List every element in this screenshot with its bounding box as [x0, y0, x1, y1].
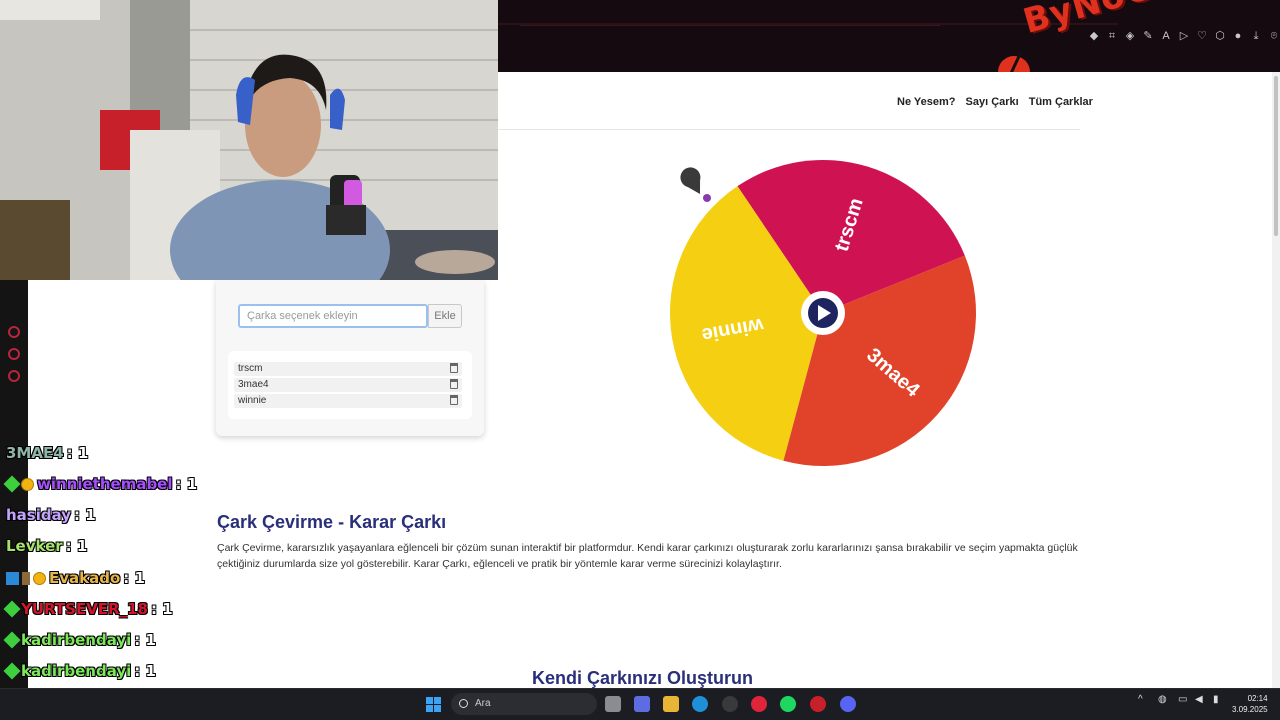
heart-icon[interactable]: ♡	[1196, 30, 1208, 42]
list-item: 3mae4	[234, 378, 462, 392]
chat-message: YURTSEVER_18: 1	[3, 600, 173, 618]
option-label: 3mae4	[238, 379, 269, 390]
chat-username: YURTSEVER_18	[21, 600, 148, 618]
chat-message: Levker: 1	[6, 537, 87, 555]
taskbar-search[interactable]: Ara	[451, 693, 597, 715]
trash-icon[interactable]	[450, 395, 458, 405]
wheel-pointer	[680, 167, 711, 202]
scrollbar-thumb[interactable]	[1274, 76, 1278, 236]
chat-username: Levker	[6, 537, 63, 555]
tab-strip-line	[520, 25, 940, 26]
settings-icon[interactable]	[8, 370, 20, 382]
chat-count: : 1	[134, 631, 156, 649]
intro-paragraph: Çark Çevirme, kararsızlık yaşayanlara eğ…	[217, 542, 1078, 570]
site-nav: Ne Yesem? Sayı Çarkı Tüm Çarklar	[897, 96, 1093, 108]
search-icon	[459, 699, 468, 708]
file-explorer-icon[interactable]	[663, 696, 679, 712]
nav-divider	[498, 129, 1080, 130]
gem-icon	[3, 475, 21, 493]
shield-icon[interactable]: ◈	[1124, 30, 1136, 42]
search-label: Ara	[475, 698, 491, 709]
clock-time: 02:14	[1247, 694, 1268, 703]
crop-icon[interactable]: ⌗	[1106, 30, 1118, 42]
download-icon[interactable]: ⤓	[1250, 30, 1262, 42]
chat-count: : 1	[66, 444, 89, 462]
edge-icon[interactable]	[692, 696, 708, 712]
chat-message: kadirbendayi: 1	[3, 631, 156, 649]
options-list: trscm 3mae4 winnie	[228, 351, 472, 419]
chat-message: 3MAE4: 1	[6, 444, 88, 462]
chat-username: hasiday	[6, 506, 72, 524]
clock-icon[interactable]	[8, 326, 20, 338]
page-scrollbar[interactable]	[1272, 72, 1280, 688]
nav-link-tum-carklar[interactable]: Tüm Çarklar	[1029, 96, 1093, 108]
sword-icon	[22, 571, 30, 585]
chevron-up-icon[interactable]: ^	[1138, 694, 1143, 705]
cube-icon	[6, 571, 19, 585]
chat-message: winniethemabel: 1	[3, 475, 198, 493]
chat-message: hasiday: 1	[6, 506, 96, 524]
coin-icon	[33, 571, 46, 585]
extension-icon[interactable]: ◆	[1088, 30, 1100, 42]
pen-icon[interactable]: ✎	[1142, 30, 1154, 42]
profile-icon[interactable]: ●	[1232, 30, 1244, 42]
volume-icon[interactable]: ◀	[1195, 694, 1203, 705]
list-item: winnie	[234, 394, 462, 408]
gem-icon	[3, 600, 21, 618]
dell-icon[interactable]	[722, 696, 738, 712]
windows-start-icon[interactable]	[426, 697, 441, 712]
play-icon[interactable]: ▷	[1178, 30, 1190, 42]
translate-icon[interactable]: A	[1160, 30, 1172, 42]
nav-link-sayi-carki[interactable]: Sayı Çarkı	[966, 96, 1019, 108]
list-item: trscm	[234, 362, 462, 376]
opera-gx-icon[interactable]	[751, 696, 767, 712]
chat-username: kadirbendayi	[21, 662, 132, 680]
obs-icon[interactable]	[810, 696, 826, 712]
trash-icon[interactable]	[450, 379, 458, 389]
battery-icon[interactable]: ▮	[1213, 694, 1219, 705]
discord-icon[interactable]	[840, 696, 856, 712]
webcam-overlay	[0, 0, 498, 280]
gem-icon	[3, 631, 21, 649]
chat-message: kadirbendayi: 1	[3, 662, 156, 680]
task-view-icon[interactable]	[605, 696, 621, 712]
puzzle-icon[interactable]: ⬡	[1214, 30, 1226, 42]
add-button[interactable]: Ekle	[428, 304, 462, 328]
chat-count: : 1	[65, 537, 88, 555]
option-label: trscm	[238, 363, 263, 374]
coin-icon	[21, 477, 34, 491]
nav-link-ne-yesem[interactable]: Ne Yesem?	[897, 96, 956, 108]
page-heading: Çark Çevirme - Karar Çarkı	[217, 512, 447, 532]
chat-username: 3MAE4	[6, 444, 64, 462]
gem-icon	[3, 662, 21, 680]
spotify-icon[interactable]	[780, 696, 796, 712]
option-input[interactable]	[238, 304, 428, 328]
option-label: winnie	[238, 395, 267, 406]
chat-message: Evakado: 1	[6, 569, 145, 587]
section-heading: Kendi Çarkınızı Oluşturun	[532, 668, 754, 688]
camera-icon[interactable]: ⌾	[1268, 30, 1280, 42]
chat-count: : 1	[123, 569, 145, 587]
trash-icon[interactable]	[450, 363, 458, 373]
clock-date: 3.09.2025	[1232, 705, 1268, 714]
microphone-icon[interactable]: ◍	[1158, 694, 1167, 705]
chat-count: : 1	[150, 600, 173, 618]
chat-username: kadirbendayi	[21, 631, 132, 649]
chat-count: : 1	[74, 506, 96, 524]
network-icon[interactable]: ▭	[1178, 694, 1187, 705]
browser-toolbar-icons: ◆ ⌗ ◈ ✎ A ▷ ♡ ⬡ ● ⤓ ⌾ ≡	[1088, 30, 1280, 42]
chat-username: Evakado	[49, 569, 121, 587]
chat-username: winniethemabel	[37, 475, 173, 493]
system-clock[interactable]: 02:14 3.09.2025	[1232, 693, 1268, 715]
chat-count: : 1	[175, 475, 198, 493]
refresh-icon[interactable]	[8, 348, 20, 360]
chat-count: : 1	[134, 662, 156, 680]
decision-wheel[interactable]: trscm3mae4winnie	[660, 150, 990, 480]
copilot-icon[interactable]	[634, 696, 650, 712]
